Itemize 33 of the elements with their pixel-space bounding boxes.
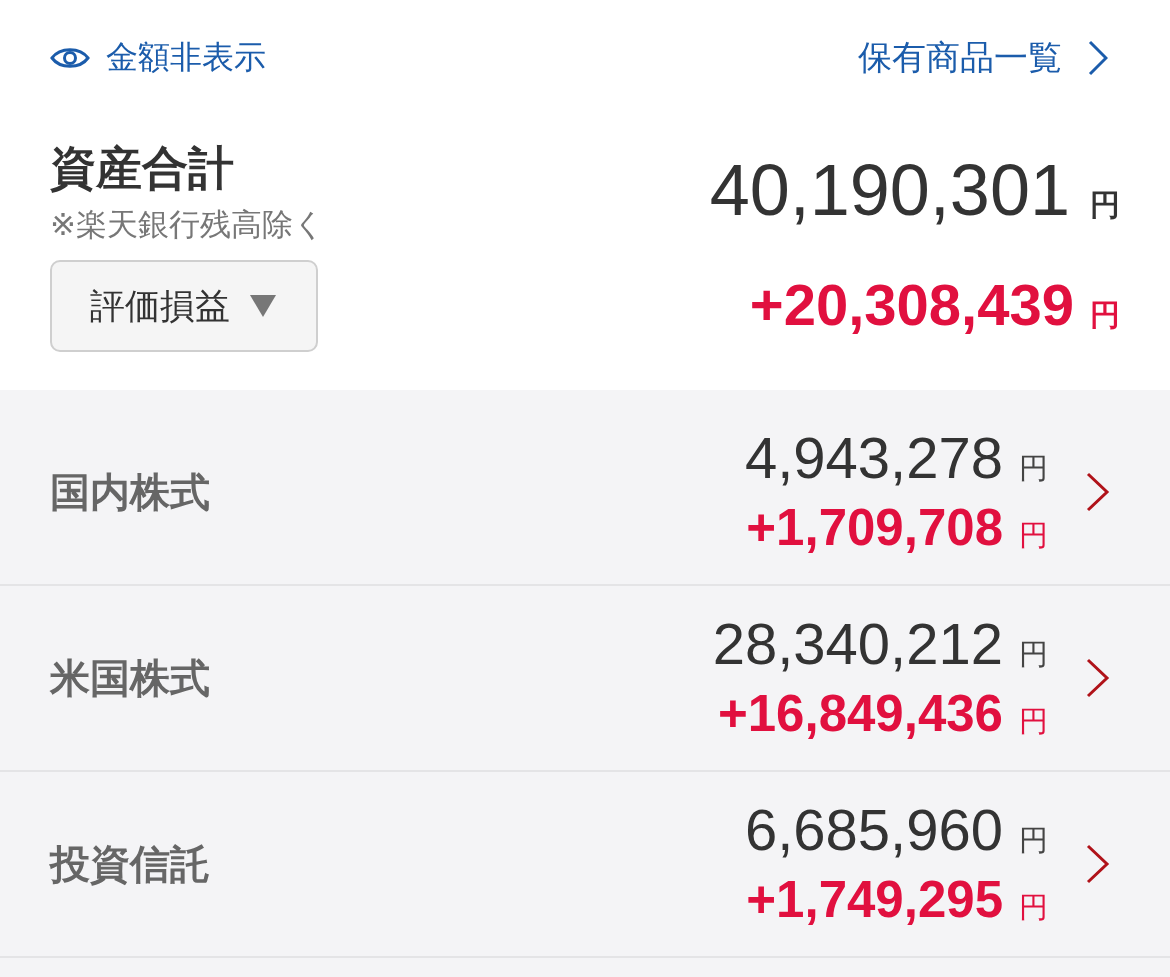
category-value: 6,685,960 (744, 799, 1003, 860)
category-gain: +1,709,708 (746, 497, 1003, 558)
category-row[interactable]: 米国株式 28,340,212 円 +16,849,436 円 (0, 586, 1170, 772)
category-name: 投資信託 (50, 840, 210, 888)
currency-unit: 円 (1019, 636, 1048, 672)
category-value: 28,340,212 (712, 613, 1003, 674)
currency-unit: 円 (1019, 822, 1048, 858)
chevron-right-icon (1086, 472, 1110, 512)
currency-unit: 円 (1019, 703, 1048, 739)
currency-unit: 円 (1019, 517, 1048, 553)
category-row[interactable]: 国内株式 4,943,278 円 +1,709,708 円 (0, 400, 1170, 586)
chevron-right-icon (1086, 658, 1110, 698)
summary-note: ※楽天銀行残高除く (50, 206, 325, 244)
category-name: 国内株式 (50, 468, 210, 516)
category-gain: +16,849,436 (717, 683, 1003, 744)
category-value: 4,943,278 (744, 427, 1003, 488)
chevron-right-icon (1088, 40, 1108, 76)
summary-title: 資産合計 (50, 141, 235, 196)
hide-amounts-link[interactable]: 金額非表示 (50, 36, 266, 80)
holdings-link[interactable]: 保有商品一覧 (858, 35, 1108, 81)
currency-unit: 円 (1090, 187, 1120, 223)
gain-type-dropdown[interactable]: 評価損益 (50, 260, 318, 352)
category-gain: +1,749,295 (746, 869, 1003, 930)
currency-unit: 円 (1019, 450, 1048, 486)
caret-icon (250, 295, 276, 317)
total-amount: 40,190,301 (709, 150, 1070, 230)
currency-unit: 円 (1090, 297, 1120, 333)
category-row[interactable]: 投資信託 6,685,960 円 +1,749,295 円 (0, 772, 1170, 958)
eye-icon (50, 45, 90, 71)
chevron-right-icon (1086, 844, 1110, 884)
currency-unit: 円 (1019, 889, 1048, 925)
gain-amount: +20,308,439 (749, 272, 1074, 338)
category-name: 米国株式 (50, 654, 210, 702)
